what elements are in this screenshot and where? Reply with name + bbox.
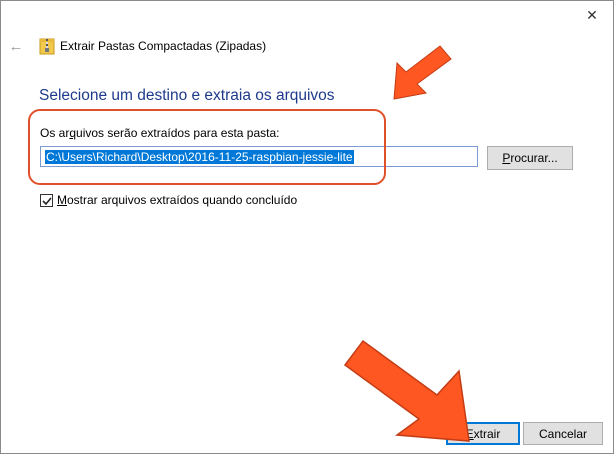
browse-label: rocurar... — [510, 151, 558, 165]
destination-path-value: C:\Users\Richard\Desktop\2016-11-25-rasp… — [45, 149, 354, 164]
show-extracted-label[interactable]: Mostrar arquivos extraídos quando conclu… — [57, 193, 297, 207]
browse-button[interactable]: Procurar... — [487, 146, 573, 170]
extract-mnemonic: E — [465, 426, 474, 441]
label-part: Os ar — [40, 126, 70, 140]
back-button[interactable]: ← — [7, 37, 25, 55]
checkmark-icon — [41, 196, 52, 205]
destination-path-input[interactable]: C:\Users\Richard\Desktop\2016-11-25-rasp… — [40, 146, 478, 167]
close-icon: ✕ — [586, 6, 598, 23]
extract-label: xtrair — [473, 426, 501, 441]
cancel-button[interactable]: Cancelar — [523, 422, 603, 445]
checkbox-mnemonic: M — [57, 193, 67, 207]
annotation-arrow-top — [393, 45, 452, 100]
zip-folder-icon — [39, 38, 55, 55]
close-button[interactable]: ✕ — [572, 1, 612, 29]
page-heading: Selecione um destino e extraia os arquiv… — [39, 87, 335, 104]
show-extracted-checkbox[interactable] — [40, 194, 53, 207]
back-arrow-icon: ← — [8, 37, 24, 55]
extract-button[interactable]: Extrair — [446, 422, 520, 445]
extract-dialog: ✕ ← Extrair Pastas Compactadas (Zipadas)… — [0, 0, 614, 454]
window-title: Extrair Pastas Compactadas (Zipadas) — [60, 39, 267, 53]
destination-label: Os arquivos serão extraídos para esta pa… — [40, 126, 279, 140]
browse-mnemonic: P — [502, 151, 511, 165]
label-part: uivos serão extraídos para esta pasta: — [76, 126, 280, 140]
checkbox-label-text: ostrar arquivos extraídos quando concluí… — [67, 193, 298, 207]
